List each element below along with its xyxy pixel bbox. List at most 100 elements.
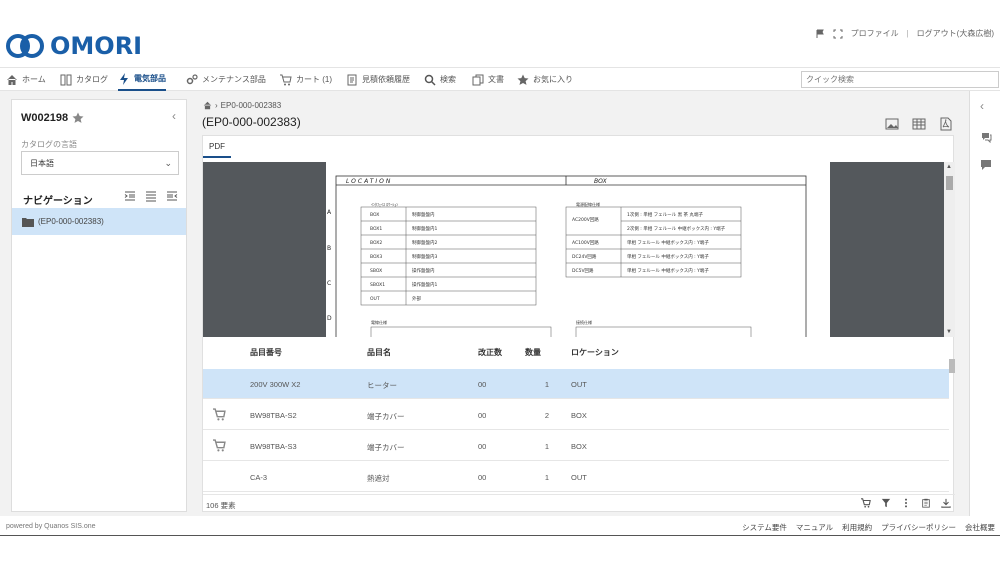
col-part-name[interactable]: 品目名 xyxy=(367,347,391,358)
footer-link-privacy[interactable]: プライバシーポリシー xyxy=(881,522,956,533)
nav-documents[interactable]: 文書 xyxy=(472,68,504,91)
cell-quantity: 1 xyxy=(544,380,549,389)
table-view-icon[interactable] xyxy=(912,117,926,131)
nav-home[interactable]: ホーム xyxy=(6,68,46,91)
nav-catalog[interactable]: カタログ xyxy=(60,68,108,91)
circuit-code: DC5V回路 xyxy=(572,267,594,274)
table-row[interactable]: CA-3 熱遮対 00 1 OUT xyxy=(203,462,949,492)
circuit-description: 1次側 : 単相 フェルール 黒 茶 丸端子 xyxy=(627,211,703,218)
footer-link-system-requirements[interactable]: システム要件 xyxy=(742,522,787,533)
nav-favorites[interactable]: お気に入り xyxy=(517,68,573,91)
pdf-viewer[interactable]: LOCATION BOX A B C D ｲﾝﾀﾌｪｲｽ ﾛｹｰｼｮﾝ BOX 制… xyxy=(203,162,955,337)
table-row[interactable]: BW98TBA-S2 端子カバー 00 2 BOX xyxy=(203,400,949,430)
image-view-icon[interactable] xyxy=(885,117,899,131)
nav-maintenance-label: メンテナンス部品 xyxy=(202,75,266,84)
cell-quantity: 1 xyxy=(544,473,549,482)
pdf-scrollbar[interactable]: ▲ ▼ xyxy=(944,162,955,337)
nav-cart[interactable]: カート (1) xyxy=(280,68,332,91)
profile-link[interactable]: プロファイル xyxy=(851,28,899,39)
omori-logo[interactable]: OMORI xyxy=(6,32,142,60)
outdent-icon[interactable] xyxy=(166,190,178,202)
location-table: BOX 制御盤盤内 BOX1 制御盤盤内1 BOX2 制御盤盤内2 BOX3 制御盤盤内3 SB… xyxy=(360,206,537,306)
footer-links: システム要件 マニュアル 利用規約 プライバシーポリシー 会社概要 xyxy=(742,522,995,533)
nav-quotes[interactable]: 見積依頼履歴 xyxy=(346,68,410,91)
comments-icon[interactable] xyxy=(980,131,992,143)
cell-part-number: BW98TBA-S2 xyxy=(250,411,297,420)
row-label-a: A xyxy=(327,209,332,216)
scroll-up-icon[interactable]: ▲ xyxy=(946,164,952,170)
location-description: 操作盤盤内 xyxy=(412,267,435,274)
pdf-view-icon[interactable] xyxy=(939,117,953,131)
table-scrollbar[interactable] xyxy=(949,359,955,373)
chevron-down-icon: ⌄ xyxy=(164,158,172,168)
pdf-page: LOCATION BOX A B C D ｲﾝﾀﾌｪｲｽ ﾛｹｰｼｮﾝ BOX 制… xyxy=(326,162,830,337)
home-icon[interactable] xyxy=(203,101,212,110)
col-quantity[interactable]: 数量 xyxy=(525,347,541,358)
record-count: 106 要素 xyxy=(206,501,236,510)
footer-link-terms[interactable]: 利用規約 xyxy=(842,522,872,533)
footer-link-company[interactable]: 会社概要 xyxy=(965,522,995,533)
bottom-left-title: 電線仕様 xyxy=(371,319,387,325)
add-to-cart-icon[interactable] xyxy=(213,408,226,421)
table-row[interactable]: 200V 300W X2 ヒーター 00 1 OUT xyxy=(203,369,949,399)
col-location[interactable]: ロケーション xyxy=(571,347,619,358)
cell-revision: 00 xyxy=(478,411,487,420)
catalog-title: W002198 xyxy=(21,112,84,124)
navigation-tools xyxy=(124,190,178,202)
add-to-cart-icon[interactable] xyxy=(861,498,871,508)
cell-location: OUT xyxy=(571,380,587,389)
list-icon[interactable] xyxy=(145,190,157,202)
col-part-number[interactable]: 品目番号 xyxy=(250,347,282,358)
cell-part-number: 200V 300W X2 xyxy=(250,380,301,389)
comment-icon[interactable] xyxy=(980,159,992,171)
location-description: 制御盤盤内 xyxy=(412,211,435,218)
circuit-code: AC100V回路 xyxy=(572,239,599,246)
collapse-left-icon[interactable]: ‹ xyxy=(172,109,176,123)
tree-item-selected[interactable]: (EP0-000-002383) xyxy=(12,208,186,235)
more-options-icon[interactable] xyxy=(901,498,911,508)
flag-icon[interactable] xyxy=(815,29,825,39)
cell-part-number: CA-3 xyxy=(250,473,268,482)
scroll-down-icon[interactable]: ▼ xyxy=(946,329,952,335)
indent-icon[interactable] xyxy=(124,190,136,202)
bottom-right-title: 接続仕様 xyxy=(576,319,592,325)
nav-catalog-label: カタログ xyxy=(76,75,108,84)
drawing-header-box: BOX xyxy=(594,178,608,185)
tree-item-label: (EP0-000-002383) xyxy=(38,217,104,226)
parts-table: 品目番号 品目名 改正数 数量 ロケーション 200V 300W X2 ヒーター 0… xyxy=(203,337,955,492)
nav-favorites-label: お気に入り xyxy=(533,75,573,84)
logout-link[interactable]: ログアウト(大森広樹) xyxy=(917,28,994,39)
nav-documents-label: 文書 xyxy=(488,75,504,84)
cell-location: OUT xyxy=(571,473,587,482)
expand-right-icon[interactable]: ‹ xyxy=(980,99,984,113)
fullscreen-icon[interactable] xyxy=(833,29,843,39)
circuit-description: 単相 フェルール 中継ボックス内 : Y端子 xyxy=(627,267,709,274)
footer-link-manual[interactable]: マニュアル xyxy=(796,522,833,533)
download-icon[interactable] xyxy=(941,498,951,508)
filter-icon[interactable] xyxy=(881,498,891,508)
nav-maintenance[interactable]: メンテナンス部品 xyxy=(186,68,266,91)
copy-icon xyxy=(472,74,484,85)
favorite-star-icon[interactable] xyxy=(72,112,84,124)
nav-electrical[interactable]: 電気部品 xyxy=(118,68,166,91)
folder-icon xyxy=(22,217,34,227)
cell-part-name: 端子カバー xyxy=(367,412,405,421)
col-revision[interactable]: 改正数 xyxy=(478,347,502,358)
breadcrumb-item[interactable]: EP0-000-002383 xyxy=(221,101,282,110)
quick-search-input[interactable] xyxy=(801,71,999,88)
tab-pdf[interactable]: PDF xyxy=(203,136,231,158)
right-rail: ‹ xyxy=(969,91,1000,516)
clipboard-icon[interactable] xyxy=(921,498,931,508)
table-row[interactable]: BW98TBA-S3 端子カバー 00 1 BOX xyxy=(203,431,949,461)
drawing-header-location: LOCATION xyxy=(346,178,392,185)
cell-location: BOX xyxy=(571,411,587,420)
bolt-icon xyxy=(120,72,128,85)
language-select[interactable]: 日本語 ⌄ xyxy=(21,151,179,175)
circuit-description: 2次側 : 単相 フェルール 中継ボックス内 : Y端子 xyxy=(627,225,726,232)
cell-revision: 00 xyxy=(478,380,487,389)
add-to-cart-icon[interactable] xyxy=(213,439,226,452)
nav-search[interactable]: 検索 xyxy=(424,68,456,91)
cart-icon xyxy=(280,74,292,85)
circuit-code: AC200V回路 xyxy=(572,216,599,223)
pdf-scroll-thumb[interactable] xyxy=(946,176,953,190)
